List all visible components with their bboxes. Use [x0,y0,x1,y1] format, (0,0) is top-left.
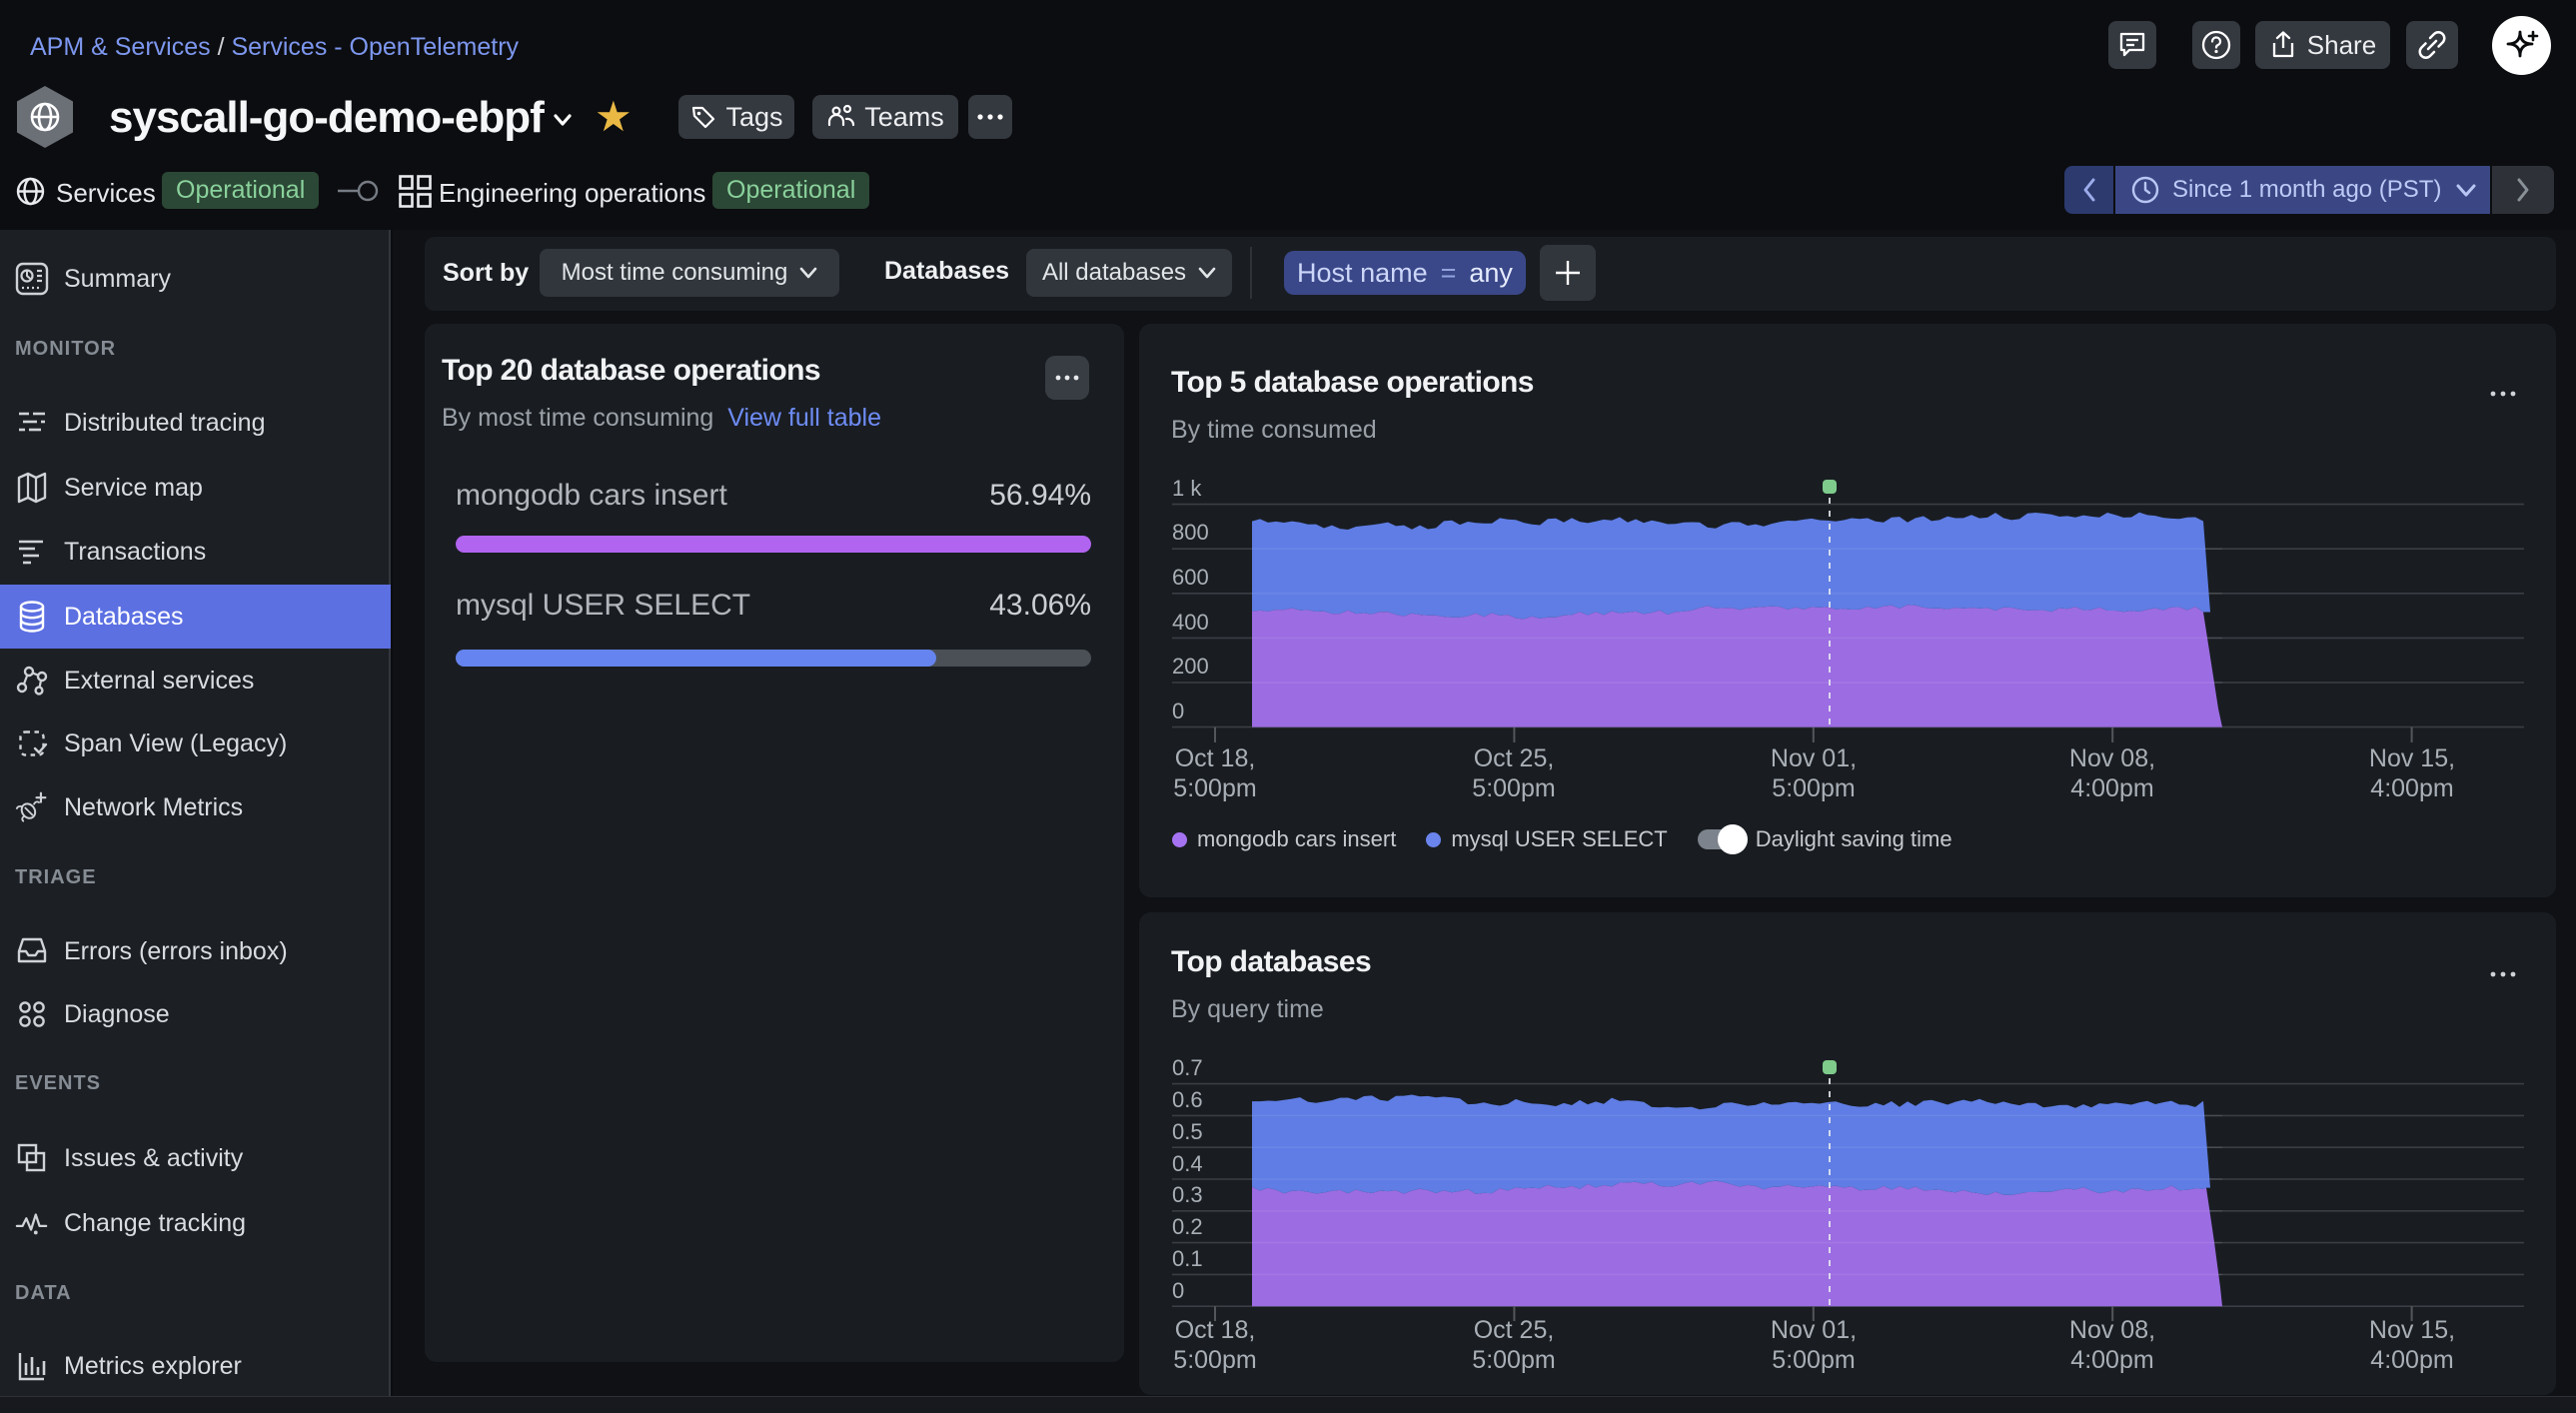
svg-text:4:00pm: 4:00pm [2370,1346,2453,1374]
svg-text:200: 200 [1172,654,1209,679]
svg-text:Nov 15,: Nov 15, [2369,1316,2455,1344]
svg-text:4:00pm: 4:00pm [2370,774,2453,802]
svg-text:Oct 18,: Oct 18, [1175,1316,1256,1344]
svg-text:0: 0 [1172,1278,1184,1303]
svg-text:Nov 08,: Nov 08, [2069,744,2155,772]
svg-text:0.1: 0.1 [1172,1246,1203,1271]
svg-text:4:00pm: 4:00pm [2070,1346,2153,1374]
svg-text:Oct 25,: Oct 25, [1474,744,1555,772]
svg-text:600: 600 [1172,565,1209,590]
svg-text:5:00pm: 5:00pm [1772,1346,1855,1374]
svg-text:Oct 25,: Oct 25, [1474,1316,1555,1344]
svg-text:5:00pm: 5:00pm [1472,1346,1555,1374]
svg-text:0.3: 0.3 [1172,1182,1203,1207]
svg-text:0: 0 [1172,699,1184,723]
svg-text:0.4: 0.4 [1172,1151,1203,1176]
svg-text:0.7: 0.7 [1172,1055,1203,1080]
svg-text:Nov 08,: Nov 08, [2069,1316,2155,1344]
svg-text:1 k: 1 k [1172,476,1202,501]
svg-text:0.2: 0.2 [1172,1214,1203,1239]
svg-text:4:00pm: 4:00pm [2070,774,2153,802]
svg-text:5:00pm: 5:00pm [1173,1346,1256,1374]
svg-text:Oct 18,: Oct 18, [1175,744,1256,772]
svg-text:Nov 01,: Nov 01, [1771,744,1857,772]
svg-text:400: 400 [1172,610,1209,635]
svg-text:800: 800 [1172,520,1209,545]
svg-text:5:00pm: 5:00pm [1772,774,1855,802]
svg-text:5:00pm: 5:00pm [1173,774,1256,802]
svg-text:0.6: 0.6 [1172,1087,1203,1112]
svg-text:Nov 01,: Nov 01, [1771,1316,1857,1344]
svg-text:Nov 15,: Nov 15, [2369,744,2455,772]
svg-text:5:00pm: 5:00pm [1472,774,1555,802]
svg-text:0.5: 0.5 [1172,1119,1203,1144]
